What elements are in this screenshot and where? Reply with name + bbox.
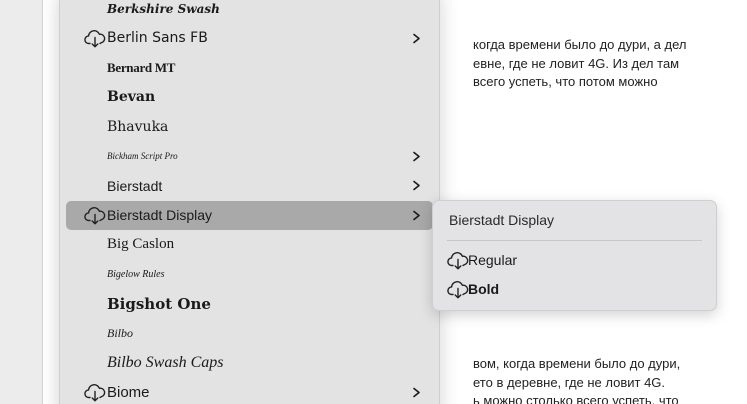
- font-menu-item[interactable]: Bhavuka: [66, 112, 433, 141]
- submenu-title: Bierstadt Display: [449, 212, 555, 228]
- submenu-separator: [447, 240, 702, 241]
- font-menu-item[interactable]: Bigshot One: [66, 289, 433, 318]
- cloud-download-icon: [447, 281, 469, 299]
- cloud-download-icon: [447, 252, 469, 270]
- font-menu-item[interactable]: Biome: [66, 378, 433, 404]
- font-list-menu: Berkshire Swash Berlin Sans FB Bernard MT B…: [59, 0, 440, 404]
- font-menu-item[interactable]: Bilbo: [66, 319, 433, 348]
- font-name-label: Bevan: [107, 89, 156, 105]
- cloud-download-icon[interactable]: [84, 29, 106, 48]
- font-menu-item[interactable]: Berkshire Swash: [66, 0, 433, 23]
- document-line: когда времени было до дури, а дел: [473, 37, 687, 52]
- document-paragraph-top: когда времени было до дури, а дел евне, …: [473, 36, 747, 92]
- font-style-regular[interactable]: Regular: [439, 247, 710, 273]
- font-menu-item[interactable]: Big Caslon: [66, 230, 433, 259]
- font-menu-item[interactable]: Bigelow Rules: [66, 260, 433, 289]
- font-menu-item[interactable]: Bickham Script Pro: [66, 142, 433, 171]
- chevron-right-icon: [413, 180, 420, 191]
- font-menu-item[interactable]: Bierstadt Display: [66, 200, 433, 230]
- font-name-label: Bickham Script Pro: [107, 151, 178, 161]
- document-line: вом, когда времени было до дури,: [473, 356, 681, 371]
- word-processor-window: когда времени было до дури, а дел евне, …: [0, 0, 747, 404]
- cloud-download-icon[interactable]: [84, 206, 106, 225]
- font-style-bold[interactable]: Bold: [439, 276, 710, 302]
- font-name-label: Big Caslon: [107, 236, 175, 252]
- font-menu-item[interactable]: Bernard MT: [66, 53, 433, 82]
- font-style-label: Bold: [468, 281, 500, 297]
- font-name-label: Bierstadt Display: [107, 207, 213, 223]
- font-name-label: Berlin Sans FB: [107, 30, 208, 46]
- font-menu-item[interactable]: Berlin Sans FB: [66, 24, 433, 53]
- document-gutter: [0, 0, 43, 404]
- document-line: ь можно столько всего успеть, что: [473, 393, 679, 404]
- document-line: ето в деревне, где не ловит 4G.: [473, 374, 666, 390]
- font-menu-item[interactable]: Bevan: [66, 83, 433, 112]
- font-style-submenu: Bierstadt Display Regular Bold: [432, 200, 717, 311]
- chevron-right-icon: [413, 387, 420, 397]
- document-line: всего успеть, что потом можно: [473, 74, 658, 89]
- font-name-label: Bilbo Swash Caps: [107, 353, 224, 371]
- font-name-label: Biome: [107, 383, 150, 401]
- font-name-label: Bernard MT: [107, 59, 176, 75]
- font-style-label: Regular: [468, 252, 518, 268]
- font-name-label: Bierstadt: [107, 177, 163, 194]
- cloud-download-icon[interactable]: [84, 383, 106, 402]
- chevron-right-icon: [413, 33, 420, 43]
- font-menu-item[interactable]: Bilbo Swash Caps: [66, 348, 433, 377]
- chevron-right-icon: [413, 210, 420, 220]
- font-name-label: Berkshire Swash: [107, 1, 220, 16]
- document-paragraph-bottom: вом, когда времени было до дури, ето в д…: [473, 355, 747, 404]
- font-name-label: Bhavuka: [107, 118, 169, 135]
- font-name-label: Bilbo: [107, 325, 133, 340]
- font-name-label: Bigelow Rules: [107, 268, 165, 280]
- document-line: евне, где не ловит 4G. Из дел там: [473, 55, 680, 71]
- font-name-label: Bigshot One: [107, 294, 211, 313]
- font-menu-item[interactable]: Bierstadt: [66, 171, 433, 200]
- chevron-right-icon: [413, 151, 420, 161]
